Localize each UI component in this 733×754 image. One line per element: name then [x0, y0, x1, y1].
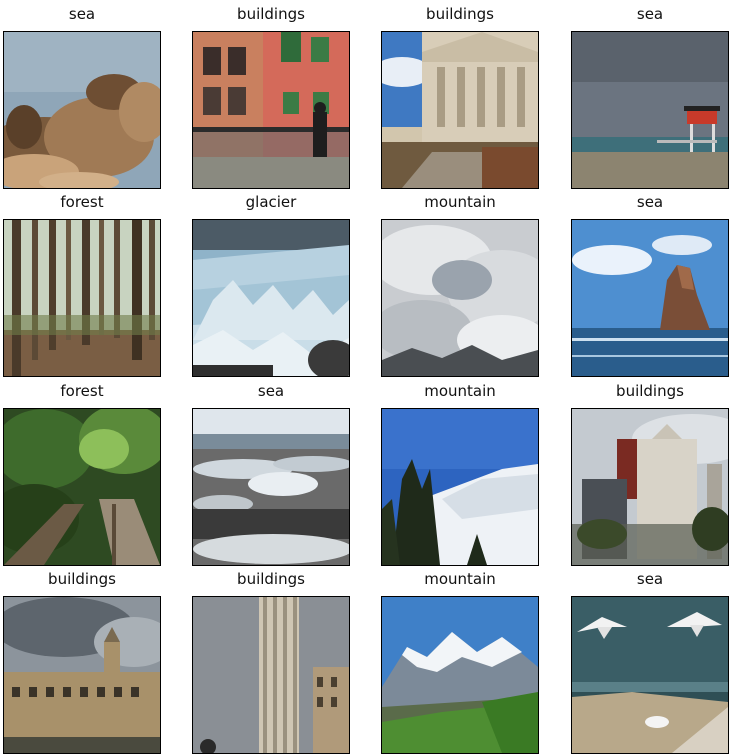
- buildings-tower-photo: [192, 596, 350, 754]
- image-label: mountain: [424, 570, 496, 588]
- mountain-valley-photo: [381, 596, 539, 754]
- sea-beach-photo: [571, 31, 729, 189]
- image-label: mountain: [424, 382, 496, 400]
- image-label: forest: [60, 193, 104, 211]
- image-label: mountain: [424, 193, 496, 211]
- sea-rock-photo: [571, 219, 729, 377]
- image-label: sea: [636, 570, 664, 588]
- glacier-photo: [192, 219, 350, 377]
- image-label: sea: [68, 5, 96, 23]
- forest-photo: [3, 219, 161, 377]
- buildings-street-photo: [192, 31, 350, 189]
- image-grid: sea buildings buildings sea forest glaci…: [0, 0, 733, 754]
- sea-waves-photo: [192, 408, 350, 566]
- image-label: sea: [636, 5, 664, 23]
- sea-seagulls-photo: [571, 596, 729, 754]
- image-label: sea: [636, 193, 664, 211]
- image-label: buildings: [616, 382, 684, 400]
- image-label: forest: [60, 382, 104, 400]
- forest-path-photo: [3, 408, 161, 566]
- mountain-snow-photo: [381, 408, 539, 566]
- image-label: sea: [257, 382, 285, 400]
- mountain-clouds-photo: [381, 219, 539, 377]
- buildings-facade-photo: [381, 31, 539, 189]
- image-label: buildings: [237, 570, 305, 588]
- image-label: buildings: [237, 5, 305, 23]
- image-label: buildings: [48, 570, 116, 588]
- buildings-skyscraper-photo: [571, 408, 729, 566]
- buildings-mansion-photo: [3, 596, 161, 754]
- image-label: buildings: [426, 5, 494, 23]
- image-label: glacier: [245, 193, 297, 211]
- sea-lions-photo: [3, 31, 161, 189]
